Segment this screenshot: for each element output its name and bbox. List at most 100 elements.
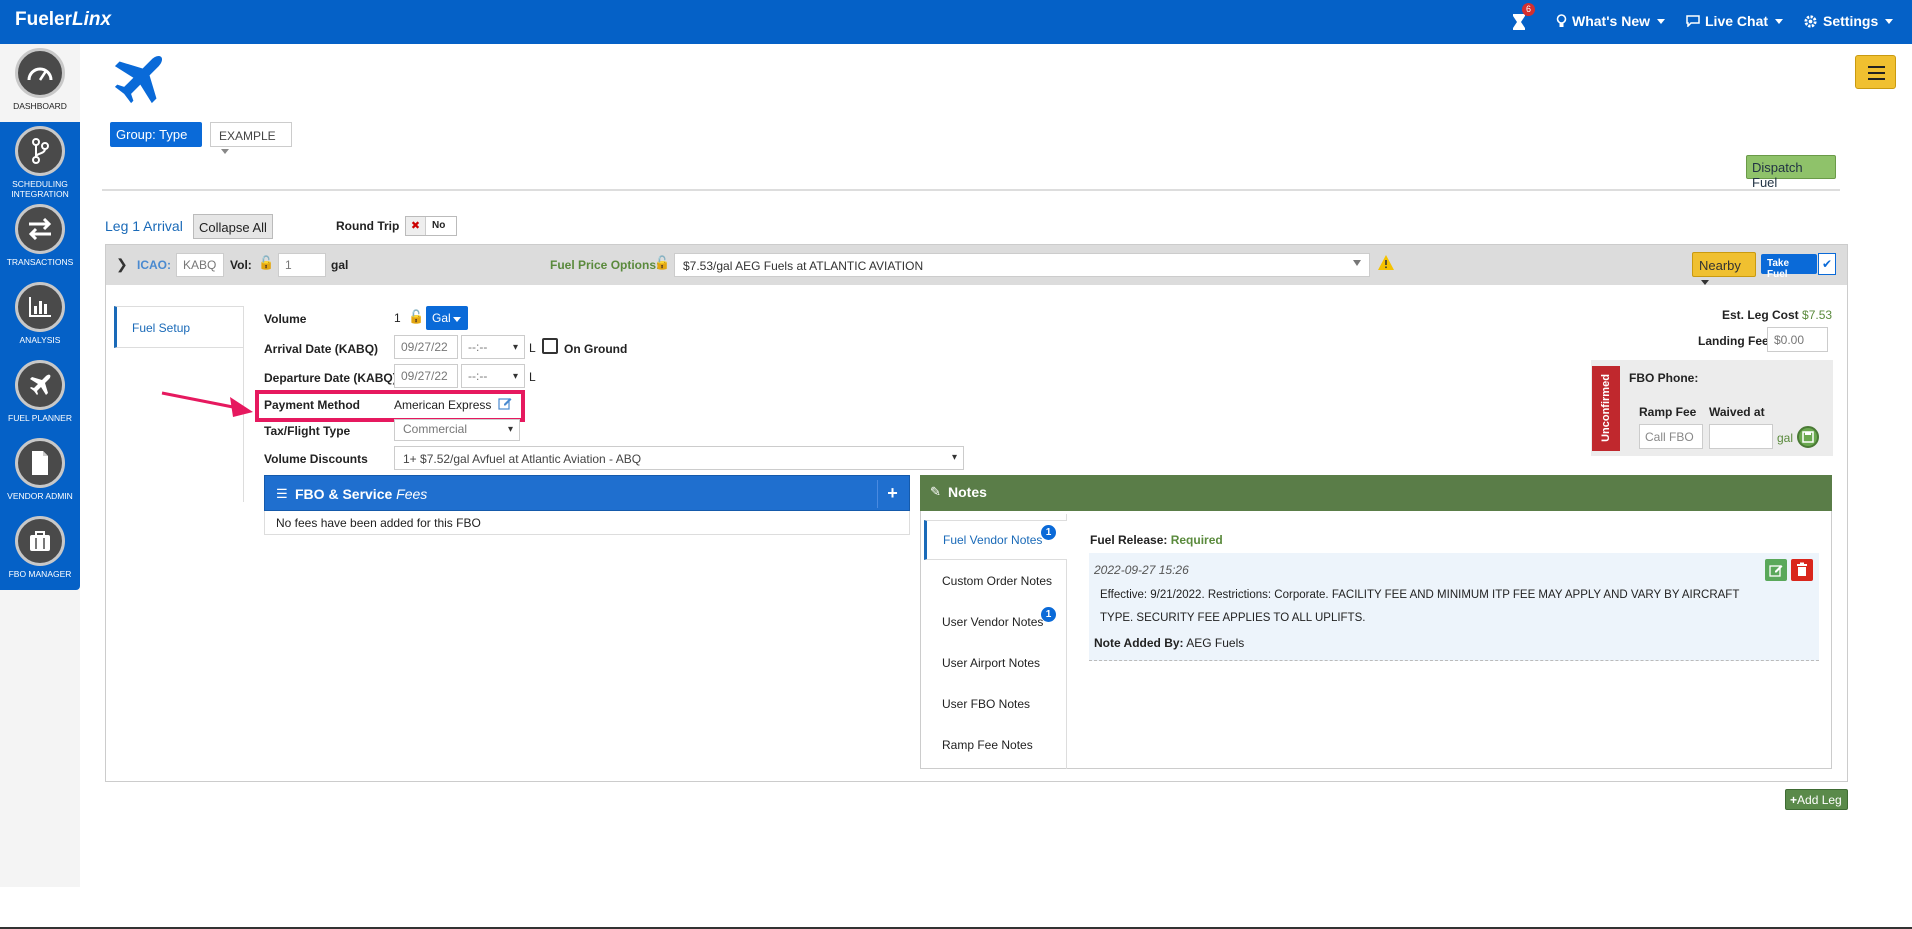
- added-by-label: Note Added By:: [1094, 636, 1184, 650]
- fuel-price-value: $7.53/gal: [683, 259, 733, 273]
- sidebar-item-scheduling[interactable]: SCHEDULING INTEGRATION: [0, 122, 80, 200]
- sidebar-item-fuel-planner[interactable]: FUEL PLANNER: [0, 356, 80, 434]
- fbo-fees-title-italic: Fees: [396, 486, 428, 502]
- sidebar-item-analysis[interactable]: ANALYSIS: [0, 278, 80, 356]
- arrival-date-input[interactable]: 09/27/22: [394, 335, 458, 359]
- chevron-down-icon[interactable]: ❯: [116, 256, 128, 273]
- fuel-price-label: Fuel Price Options:: [550, 258, 661, 272]
- tab-fuel-setup[interactable]: Fuel Setup: [114, 306, 244, 348]
- arrival-date-label: Arrival Date (KABQ): [264, 342, 379, 356]
- briefcase-icon: [15, 516, 65, 566]
- volume-discounts-label: Volume Discounts: [264, 452, 368, 466]
- arrival-local-suffix: L: [529, 341, 536, 355]
- annotation-arrow-icon: [161, 391, 253, 417]
- edit-note-button[interactable]: [1765, 559, 1787, 581]
- sidebar-label: VENDOR ADMIN: [7, 491, 73, 501]
- whats-new-menu[interactable]: What's New: [1556, 13, 1666, 29]
- fuel-price-at: at: [796, 259, 807, 273]
- live-chat-label: Live Chat: [1705, 13, 1769, 29]
- collapse-all-button[interactable]: Collapse All: [193, 214, 273, 239]
- unlock-icon[interactable]: 🔓: [408, 309, 424, 325]
- vol-unit: gal: [331, 258, 349, 272]
- tab-user-airport-notes[interactable]: User Airport Notes: [942, 656, 1040, 670]
- live-chat-menu[interactable]: Live Chat: [1686, 13, 1784, 29]
- fuel-release: Fuel Release: Required: [1090, 533, 1223, 547]
- departure-time-value: --:--: [468, 369, 488, 383]
- volume-discounts-select[interactable]: 1+ $7.52/gal Avfuel at Atlantic Aviation…: [394, 446, 964, 470]
- sidebar-item-vendor-admin[interactable]: VENDOR ADMIN: [0, 434, 80, 512]
- dispatch-fuel-button[interactable]: Dispatch Fuel: [1746, 155, 1836, 190]
- added-by-value: AEG Fuels: [1186, 636, 1245, 650]
- icao-label: ICAO:: [137, 258, 171, 272]
- est-leg-cost-value: $7.53: [1802, 308, 1833, 322]
- tax-flight-type-label: Tax/Flight Type: [264, 424, 351, 438]
- leg-title: Leg 1 Arrival: [105, 218, 183, 234]
- branch-icon: [15, 126, 65, 176]
- delete-note-button[interactable]: [1791, 559, 1813, 581]
- tax-flight-type-value: Commercial: [403, 422, 468, 436]
- tax-flight-type-select[interactable]: Commercial ▾: [394, 419, 520, 441]
- ramp-fee-input[interactable]: Call FBO: [1639, 424, 1703, 449]
- vol-input[interactable]: 1: [278, 253, 326, 277]
- hamburger-menu-button[interactable]: [1855, 55, 1896, 89]
- sidebar-label: SCHEDULING INTEGRATION: [11, 179, 69, 199]
- list-icon: ☰: [276, 486, 288, 501]
- example-label: EXAMPLE: [219, 129, 276, 143]
- ramp-fee-label: Ramp Fee: [1639, 405, 1697, 419]
- document-icon: [15, 438, 65, 488]
- sidebar-item-dashboard[interactable]: DASHBOARD: [0, 44, 80, 122]
- est-leg-cost: Est. Leg Cost $7.53: [1722, 308, 1832, 322]
- sidebar-label: TRANSACTIONS: [6, 257, 74, 267]
- unlock-icon[interactable]: 🔓: [258, 255, 274, 271]
- settings-menu[interactable]: Settings: [1803, 13, 1894, 29]
- take-fuel-checkbox[interactable]: ✔: [1818, 253, 1836, 275]
- sidebar-item-fbo-manager[interactable]: FBO MANAGER: [0, 512, 80, 590]
- plus-icon: +: [1790, 793, 1798, 807]
- on-ground-checkbox[interactable]: [542, 338, 558, 354]
- waived-at-input[interactable]: [1709, 424, 1773, 449]
- departure-local-suffix: L: [529, 370, 536, 384]
- nearby-button[interactable]: Nearby: [1692, 252, 1756, 285]
- icao-input[interactable]: KABQ: [176, 253, 224, 277]
- fuel-price-select[interactable]: $7.53/gal AEG Fuels at ATLANTIC AVIATION: [674, 253, 1370, 277]
- close-icon: ✖: [406, 217, 426, 235]
- select-arrow-icon: [1353, 260, 1361, 266]
- round-trip-label: Round Trip: [336, 219, 400, 233]
- add-fee-button[interactable]: +: [877, 480, 907, 508]
- est-leg-cost-label: Est. Leg Cost: [1722, 308, 1799, 322]
- landing-fee-input[interactable]: $0.00: [1767, 327, 1828, 352]
- note-text-line-2: TYPE. SECURITY FEE APPLIES TO ALL UPLIFT…: [1100, 612, 1366, 624]
- sidebar: DASHBOARD SCHEDULING INTEGRATION TRANSAC…: [0, 44, 80, 887]
- arrival-time-select[interactable]: --:-- ▾: [461, 335, 525, 359]
- add-leg-button[interactable]: +Add Leg: [1785, 789, 1848, 810]
- waived-unit: gal: [1777, 431, 1794, 445]
- tab-user-vendor-notes[interactable]: User Vendor Notes: [942, 615, 1043, 629]
- sidebar-item-transactions[interactable]: TRANSACTIONS: [0, 200, 80, 278]
- pencil-icon: ✎: [930, 484, 941, 499]
- example-dropdown[interactable]: EXAMPLE: [210, 122, 292, 154]
- payment-method-label: Payment Method: [264, 398, 361, 412]
- tab-label: Fuel Vendor Notes: [943, 533, 1043, 547]
- edit-icon: [1769, 565, 1783, 577]
- payment-method-value: American Express: [394, 398, 492, 412]
- fbo-fees-header: ☰ FBO & Service Fees +: [264, 475, 910, 511]
- fuel-fbo-name: ATLANTIC AVIATION: [809, 259, 924, 273]
- app-logo[interactable]: FuelerLinx: [15, 9, 111, 31]
- unlock-icon[interactable]: 🔓: [654, 255, 670, 271]
- group-type-button[interactable]: Group: Type: [110, 122, 202, 154]
- top-navbar: FuelerLinx 6 What's New Live Chat Settin…: [0, 0, 1912, 44]
- vol-label: Vol:: [230, 258, 252, 272]
- group-type-label: Group: Type: [116, 127, 188, 142]
- edit-icon[interactable]: [498, 396, 512, 410]
- tab-user-fbo-notes[interactable]: User FBO Notes: [942, 697, 1030, 711]
- departure-date-input[interactable]: 09/27/22: [394, 364, 458, 388]
- save-icon[interactable]: [1797, 426, 1819, 448]
- settings-label: Settings: [1823, 13, 1879, 29]
- volume-unit-button[interactable]: Gal: [426, 306, 468, 330]
- sidebar-label: ANALYSIS: [19, 335, 61, 345]
- tab-ramp-fee-notes[interactable]: Ramp Fee Notes: [942, 738, 1033, 752]
- take-fuel-button[interactable]: Take Fuel: [1761, 254, 1817, 280]
- round-trip-toggle[interactable]: ✖ No: [405, 216, 457, 236]
- tab-custom-order-notes[interactable]: Custom Order Notes: [942, 574, 1052, 588]
- departure-time-select[interactable]: --:-- ▾: [461, 364, 525, 388]
